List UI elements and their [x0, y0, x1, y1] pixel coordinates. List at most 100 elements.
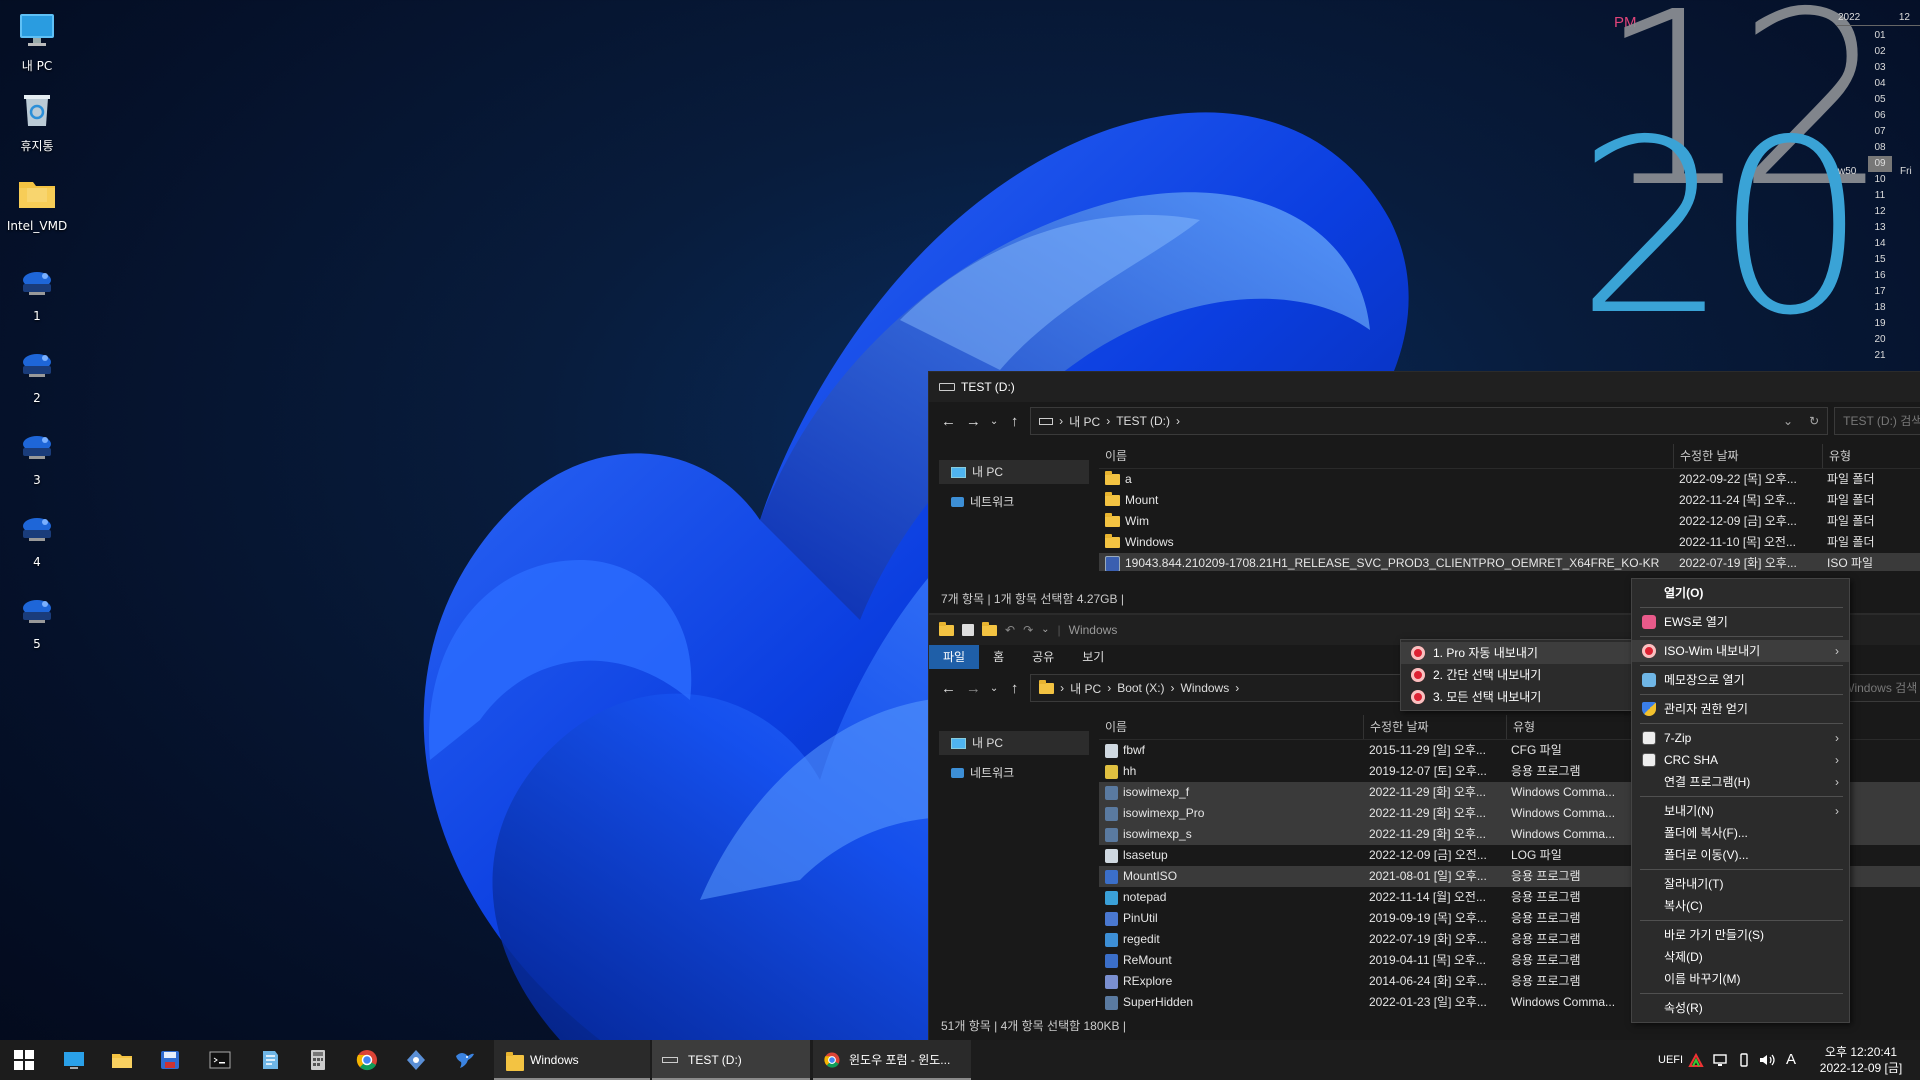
submenu-item[interactable]: 3. 모든 선택 내보내기 — [1401, 686, 1631, 708]
tab-share[interactable]: 공유 — [1018, 645, 1068, 669]
file-name: lsasetup — [1123, 848, 1168, 862]
desktop-icon-my-pc[interactable]: 내 PC — [6, 10, 68, 74]
tray-uefi-label[interactable]: UEFI — [1658, 1040, 1683, 1080]
back-button[interactable]: ← — [939, 680, 958, 697]
desktop-icon-drive-4[interactable]: 4 — [6, 508, 68, 569]
chevron-right-icon: › — [1835, 731, 1839, 745]
terminal-icon[interactable] — [208, 1048, 232, 1072]
context-menu-item-item-8[interactable]: 관리자 권한 얻기 — [1632, 698, 1849, 720]
file-name-cell: isowimexp_s — [1099, 824, 1363, 845]
context-menu-item-7-zip[interactable]: 7-Zip › — [1632, 727, 1849, 749]
column-header-type[interactable]: 유형 — [1507, 715, 1629, 739]
column-header-date[interactable]: 수정한 날짜 — [1364, 715, 1507, 739]
context-menu-item-item-6[interactable]: 메모장으로 열기 — [1632, 669, 1849, 691]
context-menu-item-m[interactable]: 이름 바꾸기(M) — [1632, 968, 1849, 990]
context-menu-item-f[interactable]: 폴더에 복사(F)... — [1632, 822, 1849, 844]
calendar-week: w50 — [1838, 166, 1857, 177]
desktop-icon-drive-1[interactable]: 1 — [6, 262, 68, 323]
address-bar[interactable]: › 내 PC › TEST (D:) › ⌄ ↻ — [1030, 407, 1829, 435]
forward-button[interactable]: → — [964, 413, 983, 430]
save-disk-icon[interactable] — [158, 1048, 182, 1072]
column-header-name[interactable]: 이름 — [1099, 715, 1364, 739]
calculator-icon[interactable] — [306, 1048, 330, 1072]
tray-flag-icon[interactable] — [1688, 1052, 1704, 1068]
file-name: isowimexp_Pro — [1123, 806, 1205, 820]
redo-icon[interactable]: ↷ — [1023, 615, 1033, 645]
forward-button[interactable]: → — [964, 680, 983, 697]
column-header-name[interactable]: 이름 — [1099, 444, 1674, 468]
back-button[interactable]: ← — [939, 413, 958, 430]
tab-view[interactable]: 보기 — [1068, 645, 1118, 669]
calendar-gadget: 2022 12 01 02 03 04 05 06 07 08 09 10 11 12 13 14 15 16… — [1836, 12, 1920, 364]
table-row[interactable]: Wim 2022-12-09 [금] 오후... 파일 폴더 — [1099, 511, 1920, 532]
tab-file[interactable]: 파일 — [929, 645, 980, 669]
properties-icon[interactable] — [962, 624, 974, 636]
context-menu-item-iso-wim[interactable]: ISO-Wim 내보내기 › — [1632, 640, 1849, 662]
quick-access-dropdown[interactable]: ⌄ — [1041, 615, 1049, 645]
undo-icon[interactable]: ↶ — [1005, 615, 1015, 645]
breadcrumb-item[interactable]: Windows — [1181, 681, 1230, 695]
breadcrumb-item[interactable]: 내 PC — [1069, 413, 1100, 430]
desktop-icon-intel-vmd[interactable]: Intel_VMD — [6, 172, 68, 233]
submenu-item[interactable]: 1. Pro 자동 내보내기 — [1401, 642, 1631, 664]
submenu-item[interactable]: 2. 간단 선택 내보내기 — [1401, 664, 1631, 686]
table-row[interactable]: a 2022-09-22 [목] 오후... 파일 폴더 — [1099, 469, 1920, 490]
file-explorer-icon[interactable] — [110, 1048, 134, 1072]
tab-home[interactable]: 홈 — [979, 645, 1018, 669]
table-row[interactable]: Windows 2022-11-10 [목] 오전... 파일 폴더 — [1099, 532, 1920, 553]
context-menu-item-t[interactable]: 잘라내기(T) — [1632, 873, 1849, 895]
chevron-down-icon[interactable]: ⌄ — [1783, 414, 1793, 428]
search-input[interactable]: TEST (D:) 검색 — [1834, 407, 1920, 435]
settings-tool-icon[interactable] — [404, 1048, 428, 1072]
desktop-icon[interactable] — [62, 1048, 86, 1072]
bird-tool-icon[interactable] — [453, 1048, 477, 1072]
breadcrumb-item[interactable]: Boot (X:) — [1117, 681, 1164, 695]
context-menu-item-ews[interactable]: EWS로 열기 — [1632, 611, 1849, 633]
sidebar-item-my-pc[interactable]: 내 PC — [939, 460, 1089, 484]
start-icon[interactable] — [12, 1048, 36, 1072]
notepad-icon[interactable] — [258, 1048, 282, 1072]
table-row[interactable]: Mount 2022-11-24 [목] 오후... 파일 폴더 — [1099, 490, 1920, 511]
network-icon[interactable] — [1712, 1052, 1728, 1068]
context-menu-item-v[interactable]: 폴더로 이동(V)... — [1632, 844, 1849, 866]
taskbar-task-chrome[interactable]: 윈도우 포럼 - 윈도... — [813, 1040, 971, 1080]
context-menu-item-r[interactable]: 속성(R) — [1632, 997, 1849, 1019]
usb-icon[interactable] — [1736, 1052, 1752, 1068]
refresh-icon[interactable]: ↻ — [1809, 414, 1819, 428]
table-row[interactable]: 19043.844.210209-1708.21H1_RELEASE_SVC_P… — [1099, 553, 1920, 571]
new-folder-icon[interactable] — [982, 621, 997, 636]
volume-icon[interactable] — [1758, 1052, 1776, 1068]
recent-dropdown[interactable]: ⌄ — [989, 683, 999, 694]
sidebar-item-network[interactable]: 네트워크 — [929, 761, 1089, 785]
desktop-icon-drive-3[interactable]: 3 — [6, 426, 68, 487]
context-menu-item-s[interactable]: 바로 가기 만들기(S) — [1632, 924, 1849, 946]
context-menu-item-o[interactable]: 열기(O) — [1632, 582, 1849, 604]
desktop-icon-drive-5[interactable]: 5 — [6, 590, 68, 651]
taskbar-task-windows[interactable]: Windows — [494, 1040, 650, 1080]
context-menu-item-d[interactable]: 삭제(D) — [1632, 946, 1849, 968]
breadcrumb-item[interactable]: TEST (D:) — [1116, 414, 1170, 428]
taskbar-task-test-drive[interactable]: TEST (D:) — [652, 1040, 810, 1080]
desktop-icon-recycle-bin[interactable]: 휴지통 — [6, 90, 68, 154]
ime-indicator[interactable]: A — [1786, 1040, 1796, 1080]
up-button[interactable]: ↑ — [1005, 413, 1024, 430]
file-date: 2019-04-11 [목] 오후... — [1369, 953, 1486, 967]
up-button[interactable]: ↑ — [1005, 680, 1024, 697]
context-menu-item-n[interactable]: 보내기(N) › — [1632, 800, 1849, 822]
recent-dropdown[interactable]: ⌄ — [989, 416, 999, 427]
context-menu-item-h[interactable]: 연결 프로그램(H) › — [1632, 771, 1849, 793]
file-icon — [1105, 806, 1118, 821]
column-header-type[interactable]: 유형 — [1823, 444, 1919, 468]
column-header-date[interactable]: 수정한 날짜 — [1674, 444, 1823, 468]
context-menu-item-crc-sha[interactable]: CRC SHA › — [1632, 749, 1849, 771]
desktop-icon-drive-2[interactable]: 2 — [6, 344, 68, 405]
sidebar-item-my-pc[interactable]: 내 PC — [939, 731, 1089, 755]
chrome-icon[interactable] — [355, 1048, 379, 1072]
breadcrumb-item[interactable]: 내 PC — [1070, 680, 1101, 697]
window-titlebar[interactable]: TEST (D:) — [929, 372, 1920, 402]
sidebar-item-network[interactable]: 네트워크 — [929, 490, 1089, 514]
desktop-icon-label: 2 — [33, 391, 41, 405]
system-clock[interactable]: 오후 12:20:41 2022-12-09 [금] — [1806, 1044, 1916, 1078]
context-menu-item-c[interactable]: 복사(C) — [1632, 895, 1849, 917]
file-date: 2019-12-07 [토] 오후... — [1369, 764, 1487, 778]
